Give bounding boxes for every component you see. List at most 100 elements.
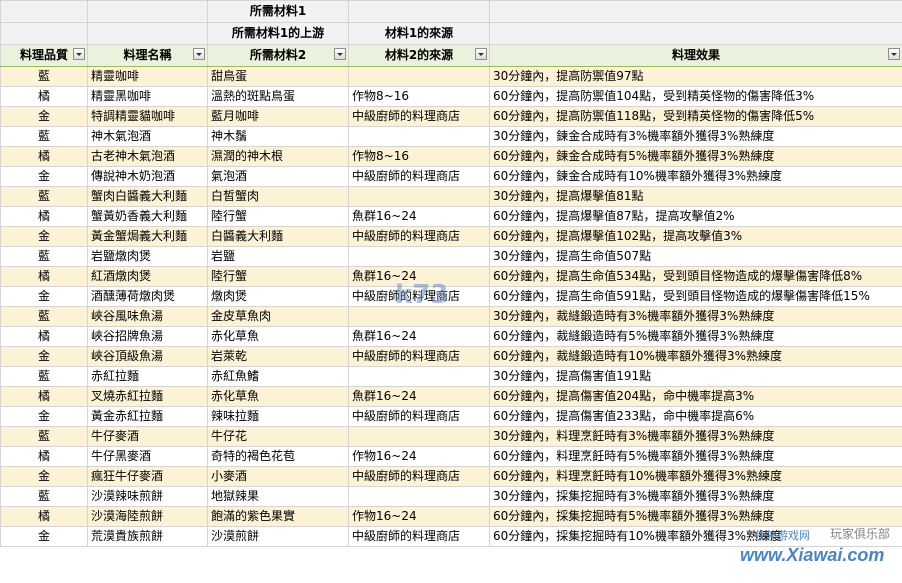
cell-material2[interactable]: 燉肉煲 xyxy=(207,286,349,307)
cell-quality[interactable]: 藍 xyxy=(0,126,88,147)
cell-material2-source[interactable]: 魚群16~24 xyxy=(348,266,490,287)
cell-quality[interactable]: 橘 xyxy=(0,146,88,167)
column-header-material2[interactable]: 所需材料2 xyxy=(207,44,349,67)
cell-effect[interactable]: 60分鐘內，料理烹飪時有10%機率額外獲得3%熟練度 xyxy=(489,466,902,487)
filter-dropdown-icon[interactable] xyxy=(475,48,487,60)
cell-material2[interactable]: 地獄辣果 xyxy=(207,486,349,507)
cell-material2-source[interactable]: 作物8~16 xyxy=(348,146,490,167)
cell-material2-source[interactable]: 中級廚師的料理商店 xyxy=(348,286,490,307)
header-material1-title[interactable]: 所需材料1 xyxy=(207,0,349,23)
filter-dropdown-icon[interactable] xyxy=(888,48,900,60)
cell-dish-name[interactable]: 傳說神木奶泡酒 xyxy=(87,166,208,187)
column-header-quality[interactable]: 料理品質 xyxy=(0,44,88,67)
cell-quality[interactable]: 金 xyxy=(0,226,88,247)
cell-material2[interactable]: 赤紅魚鰭 xyxy=(207,366,349,387)
cell-dish-name[interactable]: 蟹黃奶香義大利麵 xyxy=(87,206,208,227)
cell-dish-name[interactable]: 赤紅拉麵 xyxy=(87,366,208,387)
header-blank-cell[interactable] xyxy=(87,0,208,23)
filter-dropdown-icon[interactable] xyxy=(334,48,346,60)
cell-effect[interactable]: 60分鐘內，料理烹飪時有5%機率額外獲得3%熟練度 xyxy=(489,446,902,467)
cell-dish-name[interactable]: 神木氣泡酒 xyxy=(87,126,208,147)
cell-dish-name[interactable]: 沙漠辣味煎餅 xyxy=(87,486,208,507)
cell-material2[interactable]: 白醬義大利麵 xyxy=(207,226,349,247)
cell-material2-source[interactable]: 中級廚師的料理商店 xyxy=(348,466,490,487)
cell-dish-name[interactable]: 峽谷招牌魚湯 xyxy=(87,326,208,347)
cell-dish-name[interactable]: 牛仔麥酒 xyxy=(87,426,208,447)
cell-material2[interactable]: 赤化草魚 xyxy=(207,386,349,407)
cell-dish-name[interactable]: 叉燒赤紅拉麵 xyxy=(87,386,208,407)
cell-material2-source[interactable] xyxy=(348,246,490,267)
cell-dish-name[interactable]: 牛仔黑麥酒 xyxy=(87,446,208,467)
filter-dropdown-icon[interactable] xyxy=(193,48,205,60)
cell-dish-name[interactable]: 精靈黑咖啡 xyxy=(87,86,208,107)
cell-dish-name[interactable]: 瘋狂牛仔麥酒 xyxy=(87,466,208,487)
cell-quality[interactable]: 橘 xyxy=(0,206,88,227)
cell-quality[interactable]: 藍 xyxy=(0,306,88,327)
cell-material2-source[interactable]: 作物16~24 xyxy=(348,506,490,527)
cell-material2-source[interactable]: 中級廚師的料理商店 xyxy=(348,166,490,187)
cell-material2-source[interactable] xyxy=(348,126,490,147)
cell-quality[interactable]: 藍 xyxy=(0,186,88,207)
cell-dish-name[interactable]: 酒醺薄荷燉肉煲 xyxy=(87,286,208,307)
cell-material2[interactable]: 神木鬚 xyxy=(207,126,349,147)
cell-quality[interactable]: 金 xyxy=(0,406,88,427)
cell-effect[interactable]: 30分鐘內，鍊金合成時有3%機率額外獲得3%熟練度 xyxy=(489,126,902,147)
cell-effect[interactable]: 60分鐘內，提高爆擊值87點，提高攻擊值2% xyxy=(489,206,902,227)
cell-effect[interactable]: 60分鐘內，鍊金合成時有10%機率額外獲得3%熟練度 xyxy=(489,166,902,187)
cell-effect[interactable]: 60分鐘內，提高爆擊值102點，提高攻擊值3% xyxy=(489,226,902,247)
cell-effect[interactable]: 60分鐘內，提高傷害值204點，命中機率提高3% xyxy=(489,386,902,407)
cell-effect[interactable]: 60分鐘內，提高生命值591點，受到頭目怪物造成的爆擊傷害降低15% xyxy=(489,286,902,307)
header-material1-source[interactable]: 材料1的來源 xyxy=(348,22,490,45)
cell-material2[interactable]: 沙漠煎餅 xyxy=(207,526,349,547)
header-blank-cell[interactable] xyxy=(489,22,902,45)
column-header-material2-source[interactable]: 材料2的來源 xyxy=(348,44,490,67)
cell-material2[interactable]: 甜鳥蛋 xyxy=(207,66,349,87)
cell-dish-name[interactable]: 紅酒燉肉煲 xyxy=(87,266,208,287)
cell-quality[interactable]: 金 xyxy=(0,166,88,187)
cell-effect[interactable]: 60分鐘內，提高防禦值118點，受到精英怪物的傷害降低5% xyxy=(489,106,902,127)
cell-material2[interactable]: 小麥酒 xyxy=(207,466,349,487)
column-header-name[interactable]: 料理名稱 xyxy=(87,44,208,67)
header-blank-cell[interactable] xyxy=(87,22,208,45)
cell-effect[interactable]: 30分鐘內，提高傷害值191點 xyxy=(489,366,902,387)
cell-dish-name[interactable]: 古老神木氣泡酒 xyxy=(87,146,208,167)
cell-quality[interactable]: 金 xyxy=(0,106,88,127)
cell-dish-name[interactable]: 峽谷風味魚湯 xyxy=(87,306,208,327)
cell-dish-name[interactable]: 沙漠海陸煎餅 xyxy=(87,506,208,527)
cell-quality[interactable]: 橘 xyxy=(0,446,88,467)
cell-quality[interactable]: 橘 xyxy=(0,506,88,527)
cell-material2[interactable]: 辣味拉麵 xyxy=(207,406,349,427)
cell-effect[interactable]: 30分鐘內，採集挖掘時有3%機率額外獲得3%熟練度 xyxy=(489,486,902,507)
cell-quality[interactable]: 藍 xyxy=(0,426,88,447)
cell-material2-source[interactable]: 中級廚師的料理商店 xyxy=(348,346,490,367)
cell-quality[interactable]: 藍 xyxy=(0,366,88,387)
cell-material2-source[interactable] xyxy=(348,426,490,447)
cell-dish-name[interactable]: 特調精靈貓咖啡 xyxy=(87,106,208,127)
cell-dish-name[interactable]: 蟹肉白醬義大利麵 xyxy=(87,186,208,207)
cell-material2[interactable]: 飽滿的紫色果實 xyxy=(207,506,349,527)
filter-dropdown-icon[interactable] xyxy=(73,48,85,60)
cell-dish-name[interactable]: 精靈咖啡 xyxy=(87,66,208,87)
header-blank-cell[interactable] xyxy=(0,0,88,23)
cell-material2[interactable]: 金皮草魚肉 xyxy=(207,306,349,327)
cell-material2-source[interactable]: 作物8~16 xyxy=(348,86,490,107)
header-blank-cell[interactable] xyxy=(489,0,902,23)
cell-effect[interactable]: 60分鐘內，提高生命值534點，受到頭目怪物造成的爆擊傷害降低8% xyxy=(489,266,902,287)
cell-material2-source[interactable]: 魚群16~24 xyxy=(348,386,490,407)
cell-material2-source[interactable] xyxy=(348,366,490,387)
cell-material2[interactable]: 白皙蟹肉 xyxy=(207,186,349,207)
cell-material2[interactable]: 藍月咖啡 xyxy=(207,106,349,127)
cell-material2[interactable]: 濕潤的神木根 xyxy=(207,146,349,167)
cell-effect[interactable]: 30分鐘內，裁縫鍛造時有3%機率額外獲得3%熟練度 xyxy=(489,306,902,327)
cell-effect[interactable]: 60分鐘內，採集挖掘時有5%機率額外獲得3%熟練度 xyxy=(489,506,902,527)
cell-material2[interactable]: 溫熱的斑點鳥蛋 xyxy=(207,86,349,107)
cell-quality[interactable]: 金 xyxy=(0,526,88,547)
cell-material2[interactable]: 陸行蟹 xyxy=(207,266,349,287)
header-blank-cell[interactable] xyxy=(0,22,88,45)
cell-material2-source[interactable] xyxy=(348,66,490,87)
cell-material2-source[interactable]: 魚群16~24 xyxy=(348,206,490,227)
cell-material2-source[interactable]: 中級廚師的料理商店 xyxy=(348,106,490,127)
cell-material2-source[interactable]: 中級廚師的料理商店 xyxy=(348,406,490,427)
cell-dish-name[interactable]: 荒漠貴族煎餅 xyxy=(87,526,208,547)
cell-quality[interactable]: 藍 xyxy=(0,66,88,87)
